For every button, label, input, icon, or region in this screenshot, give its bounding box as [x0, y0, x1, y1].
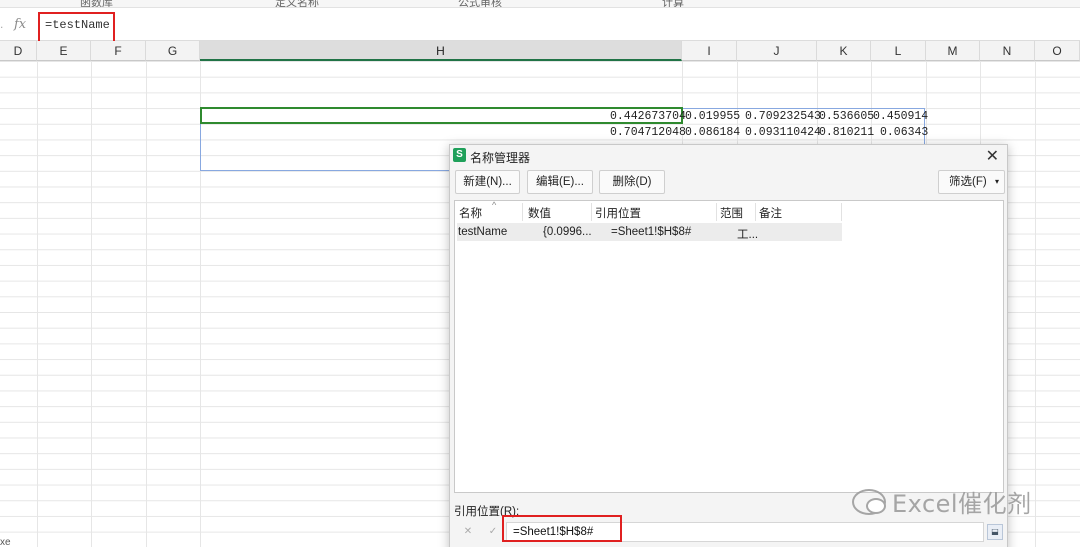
filter-label: 筛选(F)	[949, 176, 987, 188]
ribbon-group-formula-auditing[interactable]: 公式审核	[458, 0, 502, 7]
column-divider[interactable]	[591, 203, 592, 221]
edit-name-button[interactable]: 编辑(E)...	[527, 170, 593, 194]
ribbon-group-define-names[interactable]: 定义名称	[275, 0, 319, 7]
formula-bar: . fx =testName	[0, 9, 1080, 41]
list-item-scope: 工...	[737, 229, 759, 241]
column-header-j[interactable]: J	[737, 41, 817, 61]
column-header-k[interactable]: K	[817, 41, 871, 61]
column-header-g[interactable]: G	[146, 41, 200, 61]
chevron-down-icon: ▾	[994, 177, 999, 186]
col-header-name[interactable]: 名称 ^	[459, 200, 496, 221]
ribbon-strip: 函数库 定义名称 公式审核 计算	[0, 0, 1080, 8]
column-divider[interactable]	[755, 203, 756, 221]
cell-h8[interactable]: 0.442673704	[610, 110, 686, 123]
grid-col-line	[1035, 61, 1036, 547]
delete-name-button[interactable]: 删除(D)	[599, 170, 665, 194]
list-item-value: {0.0996...	[543, 226, 592, 238]
name-box-edge[interactable]: .	[0, 17, 3, 31]
highlight-box-formula	[38, 12, 115, 44]
cell-l9[interactable]: 0.06343	[880, 126, 928, 139]
cell-l8[interactable]: 0.450914	[873, 110, 928, 123]
range-picker-icon[interactable]: ⬓	[987, 524, 1003, 540]
list-item-name: testName	[458, 226, 508, 238]
cell-k8[interactable]: 0.536605	[819, 110, 874, 123]
names-list[interactable]: 名称 ^ 数值 引用位置 范围 备注 testName {0.0996... =…	[454, 200, 1004, 493]
column-divider[interactable]	[716, 203, 717, 221]
col-header-scope[interactable]: 范围	[720, 205, 743, 221]
column-header-f[interactable]: F	[91, 41, 146, 61]
column-header-l[interactable]: L	[871, 41, 926, 61]
column-divider[interactable]	[522, 203, 523, 221]
column-header-m[interactable]: M	[926, 41, 980, 61]
grid-col-line	[91, 61, 92, 547]
app-logo-icon: S	[453, 148, 466, 162]
grid-col-line	[37, 61, 38, 547]
sort-caret-icon: ^	[492, 200, 497, 210]
cell-h9[interactable]: 0.704712048	[610, 126, 686, 139]
column-header-i[interactable]: I	[682, 41, 737, 61]
check-icon[interactable]: ✓	[485, 524, 501, 540]
column-divider[interactable]	[841, 203, 842, 221]
ribbon-group-calculation[interactable]: 计算	[662, 0, 684, 7]
column-header-e[interactable]: E	[37, 41, 91, 61]
dialog-title: 名称管理器	[470, 151, 531, 165]
ribbon-group-function-library[interactable]: 函数库	[80, 0, 113, 7]
new-name-button[interactable]: 新建(N)...	[455, 170, 520, 194]
col-header-value[interactable]: 数值	[528, 205, 551, 221]
watermark-text: Excel催化剂	[892, 490, 1032, 518]
cancel-icon[interactable]: ✕	[460, 524, 476, 540]
column-header-o[interactable]: O	[1035, 41, 1080, 61]
cell-j9[interactable]: 0.093110424	[745, 126, 821, 139]
cell-i9[interactable]: 0.086184	[685, 126, 740, 139]
column-header-d[interactable]: D	[0, 41, 37, 61]
cell-j8[interactable]: 0.709232543	[745, 110, 821, 123]
highlight-box-refers-to	[502, 515, 622, 542]
col-header-name-label: 名称	[459, 208, 482, 220]
filter-button[interactable]: 筛选(F) ▾	[938, 170, 1005, 194]
grid-col-line	[146, 61, 147, 547]
fx-icon[interactable]: fx	[14, 17, 26, 32]
column-header-n[interactable]: N	[980, 41, 1035, 61]
bottom-left-text: xe	[0, 537, 11, 547]
col-header-comment[interactable]: 备注	[759, 205, 782, 221]
list-item-refers-to: =Sheet1!$H$8#	[611, 226, 692, 238]
col-header-refers-to[interactable]: 引用位置	[595, 205, 641, 221]
cell-i8[interactable]: 0.019955	[685, 110, 740, 123]
watermark: Excel催化剂	[852, 484, 1032, 519]
cell-k9[interactable]: 0.810211	[819, 126, 874, 139]
wechat-icon	[852, 489, 886, 515]
dialog-titlebar[interactable]: S 名称管理器 ✕	[450, 145, 1007, 167]
column-header-h[interactable]: H	[200, 41, 682, 61]
close-icon[interactable]: ✕	[986, 146, 999, 166]
